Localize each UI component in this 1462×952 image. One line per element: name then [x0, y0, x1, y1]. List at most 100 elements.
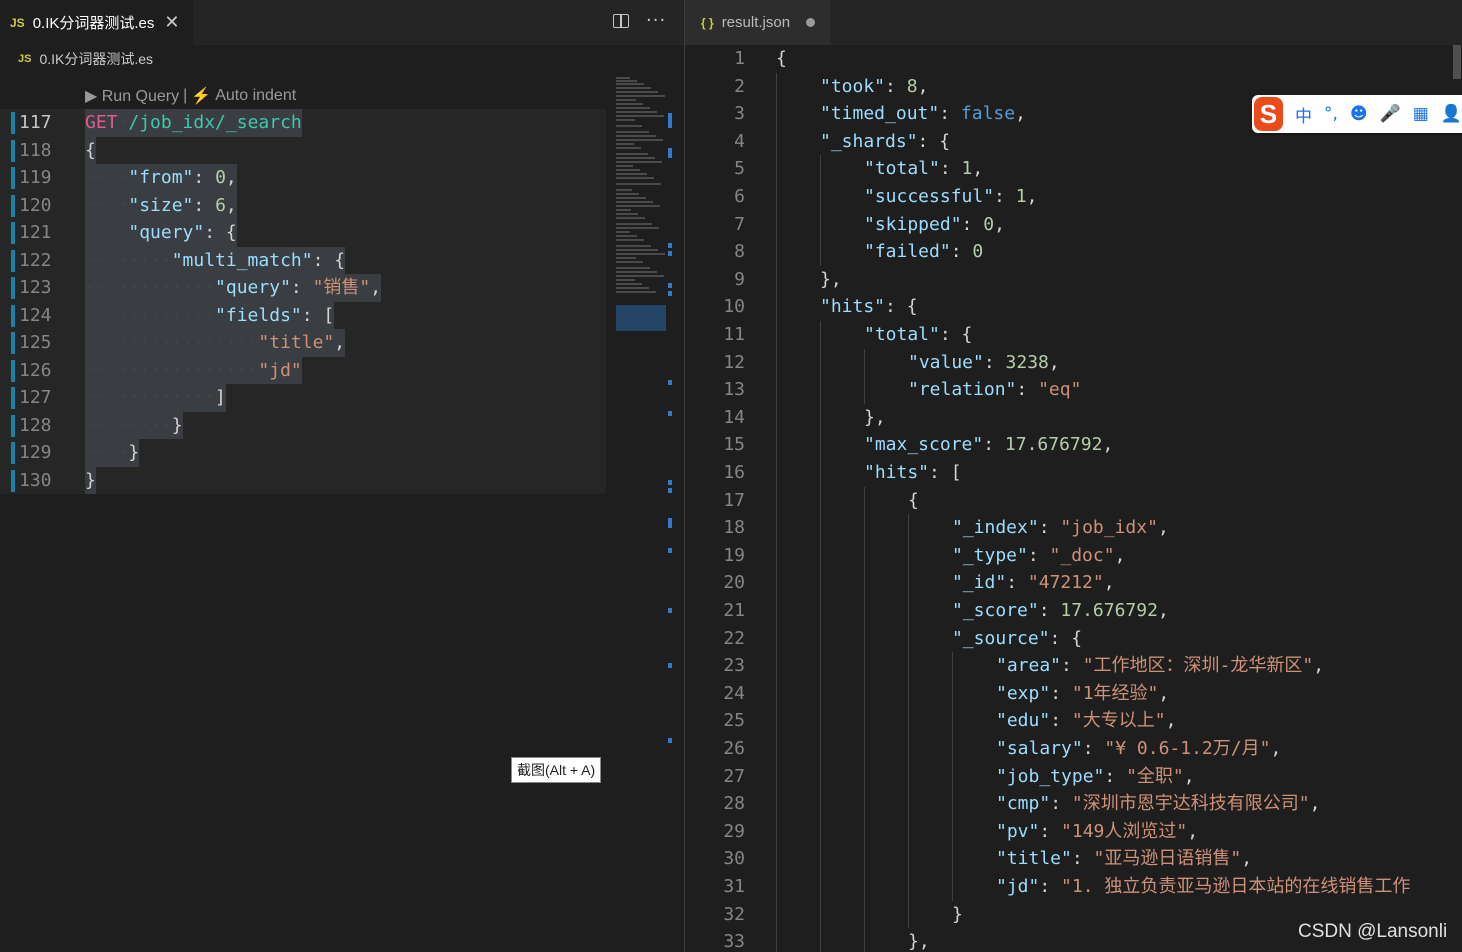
code-token: }: [952, 903, 963, 925]
code-line[interactable]: 27 "job_type": "全职",: [685, 763, 1462, 791]
code-token: /job_idx/_search: [128, 112, 302, 133]
code-line[interactable]: 22 "_source": {: [685, 625, 1462, 653]
code-line[interactable]: 128 ········}: [0, 411, 606, 439]
code-token: ,: [1183, 765, 1195, 787]
indent-guide: [820, 486, 821, 515]
code-line[interactable]: 1{: [685, 45, 1462, 73]
code-line[interactable]: 127 ············]: [0, 384, 606, 412]
code-line[interactable]: 130}: [0, 466, 606, 494]
tab-title: 0.IK分词器测试.es: [32, 15, 155, 32]
vertical-scrollbar[interactable]: [1451, 45, 1462, 952]
indent-guide: [820, 735, 821, 763]
code-line[interactable]: 15 "max_score": 17.676792,: [685, 431, 1462, 459]
code-line[interactable]: 17 {: [685, 487, 1462, 515]
code-token: :: [1027, 544, 1050, 566]
code-line[interactable]: 5 "total": 1,: [685, 155, 1462, 183]
code-token: "area": [996, 655, 1062, 677]
minimap[interactable]: [606, 73, 684, 952]
tab-ik-test-file[interactable]: JS 0.IK分词器测试.es ✕: [0, 0, 193, 45]
indent-guide: [776, 762, 777, 791]
code-line[interactable]: 119 ····"from": 0,: [0, 164, 606, 192]
indent-guide: [820, 321, 821, 349]
code-token: ,: [1026, 186, 1038, 207]
run-query-button[interactable]: ▶ Run Query: [85, 86, 179, 106]
breadcrumb-file[interactable]: 0.IK分词器测试.es: [39, 49, 153, 69]
code-line[interactable]: 28 "cmp": "深圳市恩宇达科技有限公司",: [685, 790, 1462, 818]
code-token: :: [961, 213, 984, 235]
code-line[interactable]: 7 "skipped": 0,: [685, 211, 1462, 239]
close-icon[interactable]: ✕: [164, 12, 179, 33]
code-token: ,: [370, 277, 382, 298]
code-line[interactable]: 9},: [685, 266, 1462, 294]
minimap-slider[interactable]: [616, 305, 666, 331]
code-line[interactable]: 19 "_type": "_doc",: [685, 542, 1462, 570]
code-line[interactable]: 10 "hits": {: [685, 293, 1462, 321]
code-line[interactable]: 25 "edu": "大专以上",: [685, 707, 1462, 735]
code-line[interactable]: 21 "_score": 17.676792,: [685, 597, 1462, 625]
indent-guide: [820, 210, 821, 239]
code-line[interactable]: 16 "hits": [: [685, 459, 1462, 487]
line-text: "total": {: [864, 321, 972, 349]
git-change-marker: [11, 277, 15, 299]
ime-punctuation-icon[interactable]: °,: [1324, 104, 1338, 124]
auto-indent-button[interactable]: Auto indent: [215, 87, 296, 105]
code-line[interactable]: 13 "relation": "eq": [685, 376, 1462, 404]
code-line[interactable]: 24 "exp": "1年经验",: [685, 680, 1462, 708]
code-line[interactable]: 121 ····"query": {: [0, 219, 606, 247]
ime-chinese-mode[interactable]: 中: [1295, 102, 1312, 127]
code-token: ,: [1015, 103, 1026, 125]
code-token: "_source": [952, 627, 1050, 649]
more-actions-icon[interactable]: ···: [646, 10, 666, 31]
line-number: 23: [723, 655, 745, 677]
code-line[interactable]: 31 "jd": "1. 独立负责亚马逊日本站的在线销售工作: [685, 873, 1462, 901]
indent-guide: [776, 817, 777, 846]
ime-user-icon[interactable]: 👤: [1441, 104, 1462, 124]
indent-guide: [820, 403, 821, 432]
git-change-marker: [11, 222, 15, 244]
code-token: ,: [917, 75, 929, 97]
code-line[interactable]: 12 "value": 3238,: [685, 349, 1462, 377]
code-line[interactable]: 122 ········"multi_match": {: [0, 246, 606, 274]
code-token: },: [864, 406, 886, 428]
code-line[interactable]: 18 "_index": "job_idx",: [685, 514, 1462, 542]
code-token: "title": [996, 848, 1072, 870]
indent-guide: [776, 348, 777, 377]
code-line[interactable]: 124 ············"fields": [: [0, 301, 606, 329]
indent-whitespace: ············: [85, 387, 216, 408]
code-line[interactable]: 125 ················"title",: [0, 329, 606, 357]
line-number: 33: [723, 931, 745, 952]
ime-voice-icon[interactable]: 🎤: [1380, 104, 1401, 124]
code-line[interactable]: 123 ············"query": "销售",: [0, 274, 606, 302]
tab-result-json[interactable]: { } result.json: [685, 0, 830, 45]
code-token: :: [1038, 517, 1061, 539]
indent-whitespace: ····: [85, 222, 129, 243]
code-line[interactable]: 14},: [685, 404, 1462, 432]
line-number: 3: [734, 103, 745, 125]
code-token: "1. 独立负责亚马逊日本站的在线销售工作: [1061, 876, 1411, 897]
code-line[interactable]: 118 {: [0, 136, 606, 164]
code-line[interactable]: 11 "total": {: [685, 321, 1462, 349]
code-line[interactable]: 120 ····"size": 6,: [0, 191, 606, 219]
code-line[interactable]: 26 "salary": "¥ 0.6-1.2万/月",: [685, 735, 1462, 763]
code-line[interactable]: 6 "successful": 1,: [685, 183, 1462, 211]
minimap-change-marker: [668, 738, 672, 743]
code-line[interactable]: 23 "area": "工作地区：深圳-龙华新区",: [685, 652, 1462, 680]
code-line[interactable]: 117 GET·/job_idx/_search: [0, 109, 606, 137]
code-token: "149人浏览过": [1061, 820, 1188, 842]
ime-emoji-icon[interactable]: ☻: [1350, 104, 1368, 124]
unsaved-dot-icon[interactable]: [806, 18, 816, 27]
sogou-logo-icon[interactable]: S: [1254, 97, 1283, 131]
indent-guide: [820, 900, 821, 929]
scrollbar-thumb[interactable]: [1453, 45, 1461, 79]
code-line[interactable]: 29 "pv": "149人浏览过",: [685, 818, 1462, 846]
code-line[interactable]: 30 "title": "亚马逊日语销售",: [685, 845, 1462, 873]
code-line[interactable]: 126 ················"jd": [0, 356, 606, 384]
code-line[interactable]: 129 ····}: [0, 439, 606, 467]
ime-keyboard-icon[interactable]: ▦: [1413, 104, 1429, 124]
minimap-line: [616, 245, 651, 247]
split-editor-icon[interactable]: [613, 14, 629, 28]
code-line[interactable]: 8 "failed": 0: [685, 238, 1462, 266]
code-line[interactable]: 20 "_id": "47212",: [685, 569, 1462, 597]
line-number: 8: [734, 241, 745, 263]
code-token: "全职": [1126, 765, 1184, 787]
